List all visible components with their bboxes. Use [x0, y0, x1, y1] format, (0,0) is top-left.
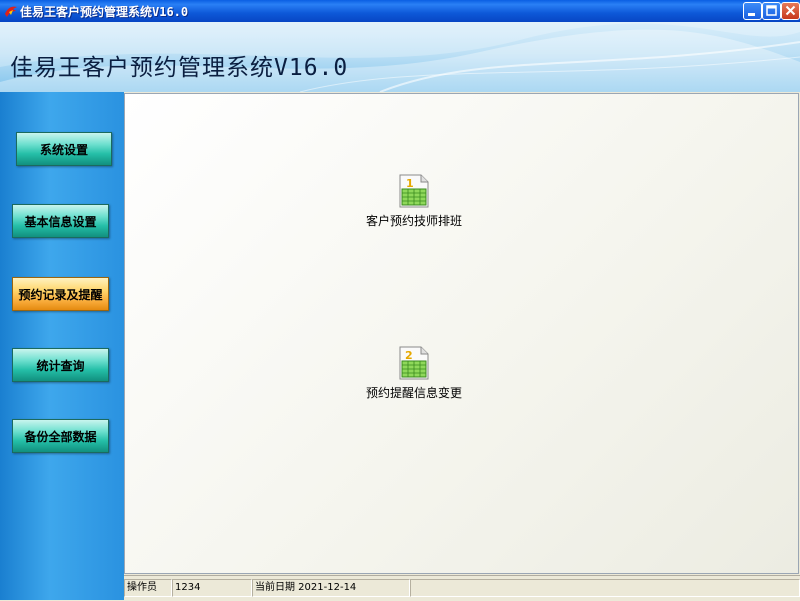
spreadsheet-1-icon: 1: [399, 174, 429, 208]
sidebar-item-backup[interactable]: 备份全部数据: [12, 419, 109, 453]
banner-title: 佳易王客户预约管理系统V16.0: [10, 55, 349, 81]
window-title-bar[interactable]: 佳易王客户预约管理系统V16.0: [0, 0, 800, 22]
shortcut-appointment-schedule[interactable]: 1 客户预约技师排班: [359, 174, 469, 229]
status-bar: 操作员 1234 当前日期 2021-12-14: [124, 575, 800, 601]
minimize-button[interactable]: [743, 2, 762, 20]
spreadsheet-2-icon: 2: [399, 346, 429, 380]
maximize-icon: [766, 5, 777, 16]
sidebar-item-basic-info[interactable]: 基本信息设置: [12, 204, 109, 238]
svg-text:2: 2: [405, 349, 413, 362]
sidebar-item-statistics[interactable]: 统计查询: [12, 348, 109, 382]
status-extra: [410, 579, 800, 597]
maximize-button[interactable]: [762, 2, 781, 20]
close-button[interactable]: [781, 2, 800, 20]
shortcut-reminder-change[interactable]: 2 预约提醒信息变更: [359, 346, 469, 401]
minimize-icon: [748, 13, 755, 16]
window-title: 佳易王客户预约管理系统V16.0: [20, 5, 189, 19]
sidebar-item-appointments[interactable]: 预约记录及提醒: [12, 277, 109, 311]
sidebar-item-system-settings[interactable]: 系统设置: [16, 132, 112, 166]
app-logo-icon: [5, 6, 17, 17]
shortcut-label: 客户预约技师排班: [365, 214, 462, 228]
header-banner: 佳易王客户预约管理系统V16.0: [0, 22, 800, 92]
shortcut-label: 预约提醒信息变更: [365, 386, 462, 400]
sidebar: [0, 92, 124, 600]
status-operator-label: 操作员: [124, 579, 172, 597]
svg-text:1: 1: [406, 177, 414, 190]
status-current-date: 当前日期 2021-12-14: [252, 579, 410, 597]
status-operator-value: 1234: [172, 579, 252, 597]
main-panel: 1 客户预约技师排班 2 预约提醒信息变更: [124, 93, 799, 574]
close-icon: [785, 5, 796, 16]
